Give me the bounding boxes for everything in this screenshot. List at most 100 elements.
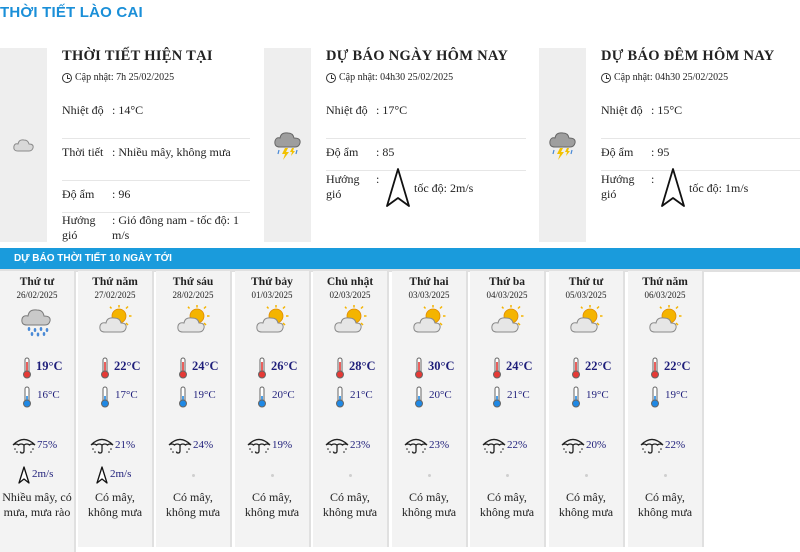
card-title: DỰ BÁO ĐÊM HÔM NAY [601, 48, 775, 64]
rain-probability: 22% [507, 439, 528, 451]
rain-probability: 19% [272, 439, 293, 451]
min-temperature: 16°C [37, 389, 60, 401]
wind-speed: 2m/s [32, 468, 54, 480]
sun-cloud-icon [176, 305, 212, 337]
card-title: DỰ BÁO NGÀY HÔM NAY [326, 48, 509, 64]
wind-label: Hướng gió [326, 172, 360, 201]
thermometer-cold-icon [571, 386, 581, 408]
weather-description: Có mây, không mưa [322, 490, 378, 519]
day-date: 05/03/2025 [565, 290, 607, 300]
temperature-label: Nhiệt độ [326, 103, 368, 117]
temperature-label: Nhiệt độ [62, 103, 104, 117]
umbrella-icon [324, 436, 350, 454]
weather-description: Có mây, không mưa [244, 490, 300, 519]
weather-description: Có mây, không mưa [165, 490, 221, 519]
wind-value: : tốc độ: 1m/s [651, 168, 792, 208]
forecast-day-column: Thứ tư 26/02/2025 19°C 16°C 75% 2m/s Nhiều mây… [0, 271, 76, 552]
humidity-label: Độ ẩm [326, 145, 359, 159]
wind-direction-arrow-icon [96, 466, 108, 484]
sun-cloud-icon [255, 305, 291, 337]
thunderstorm-icon [273, 132, 301, 160]
sun-cloud-icon [490, 305, 526, 337]
max-temperature: 22°C [664, 359, 691, 373]
wind-row: Hướng gió : tốc độ: 1m/s [601, 168, 800, 216]
day-date: 28/02/2025 [172, 290, 214, 300]
umbrella-icon [11, 436, 37, 454]
rain-probability: 22% [665, 439, 686, 451]
clock-icon [326, 72, 336, 83]
weather-label: Thời tiết [62, 145, 104, 159]
rain-probability: 24% [193, 439, 214, 451]
rain-probability: 20% [586, 439, 607, 451]
weather-description: Có mây, không mưa [87, 490, 143, 519]
tonight-forecast-card: DỰ BÁO ĐÊM HÔM NAY Cập nhật: 04h30 25/02… [539, 48, 800, 242]
day-date: 02/03/2025 [329, 290, 371, 300]
max-temperature: 26°C [271, 359, 298, 373]
min-temperature: 19°C [665, 389, 688, 401]
thermometer-cold-icon [650, 386, 660, 408]
max-temperature: 19°C [36, 359, 63, 373]
humidity-value: : 96 [112, 187, 131, 201]
cloudy-icon [12, 139, 34, 152]
day-date: 03/03/2025 [408, 290, 450, 300]
today-weather-icon-cell [264, 48, 311, 242]
current-weather-card: THỜI TIẾT HIỆN TẠI Cập nhật: 7h 25/02/20… [0, 48, 250, 242]
sun-cloud-icon [333, 305, 369, 337]
thermometer-cold-icon [335, 386, 345, 408]
rain-probability: 21% [115, 439, 136, 451]
humidity-label: Độ ẩm [601, 145, 634, 159]
thermometer-cold-icon [178, 386, 188, 408]
max-temperature: 30°C [428, 359, 455, 373]
wind-value: : tốc độ: 2m/s [376, 168, 518, 208]
rain-probability: 23% [429, 439, 450, 451]
day-name: Thứ năm [642, 276, 688, 288]
humidity-row: Độ ẩm : 95 [601, 145, 800, 171]
thermometer-hot-icon [257, 357, 267, 379]
updated-time: Cập nhật: 04h30 25/02/2025 [326, 72, 453, 83]
max-temperature: 22°C [114, 359, 141, 373]
humidity-label: Độ ẩm [62, 187, 95, 201]
thermometer-cold-icon [492, 386, 502, 408]
day-name: Thứ tư [19, 276, 55, 288]
thermometer-cold-icon [414, 386, 424, 408]
wind-placeholder-dot [428, 474, 431, 477]
wind-label: Hướng gió [62, 213, 96, 242]
umbrella-icon [167, 436, 193, 454]
wind-direction-arrow-icon [386, 168, 410, 207]
humidity-row: Độ ẩm : 96 [62, 187, 250, 213]
thunderstorm-icon [548, 132, 576, 160]
min-temperature: 20°C [272, 389, 295, 401]
wind-placeholder-dot [506, 474, 509, 477]
max-temperature: 24°C [506, 359, 533, 373]
day-name: Chủ nhật [326, 276, 374, 288]
sun-cloud-icon [569, 305, 605, 337]
weather-description: Có mây, không mưa [637, 490, 693, 519]
wind-label: Hướng gió [601, 172, 635, 201]
page-title: THỜI TIẾT LÀO CAI [0, 4, 143, 21]
clock-icon [601, 72, 611, 83]
clock-icon [62, 72, 72, 83]
sun-cloud-icon [648, 305, 684, 337]
wind-direction-arrow-icon [661, 168, 685, 207]
rain-probability: 75% [37, 439, 58, 451]
day-name: Thứ năm [92, 276, 138, 288]
max-temperature: 22°C [585, 359, 612, 373]
day-date: 26/02/2025 [16, 290, 58, 300]
temperature-row: Nhiệt độ : 17°C [326, 103, 526, 139]
weather-description: Có mây, không mưa [558, 490, 614, 519]
weather-description: Có mây, không mưa [401, 490, 457, 519]
min-temperature: 21°C [507, 389, 530, 401]
thermometer-hot-icon [22, 357, 32, 379]
day-date: 27/02/2025 [94, 290, 136, 300]
forecast-section-header: DỰ BÁO THỜI TIẾT 10 NGÀY TỚI [0, 248, 800, 272]
current-weather-icon-cell [0, 48, 47, 242]
umbrella-icon [246, 436, 272, 454]
day-date: 01/03/2025 [251, 290, 293, 300]
today-forecast-card: DỰ BÁO NGÀY HÔM NAY Cập nhật: 04h30 25/0… [264, 48, 526, 242]
wind-placeholder-dot [664, 474, 667, 477]
max-temperature: 28°C [349, 359, 376, 373]
thermometer-hot-icon [335, 357, 345, 379]
wind-speed: 2m/s [110, 468, 132, 480]
forecast-day-column: Thứ năm 06/03/2025 22°C 19°C 22% Có mây, khôn… [628, 271, 704, 547]
updated-time: Cập nhật: 04h30 25/02/2025 [601, 72, 728, 83]
